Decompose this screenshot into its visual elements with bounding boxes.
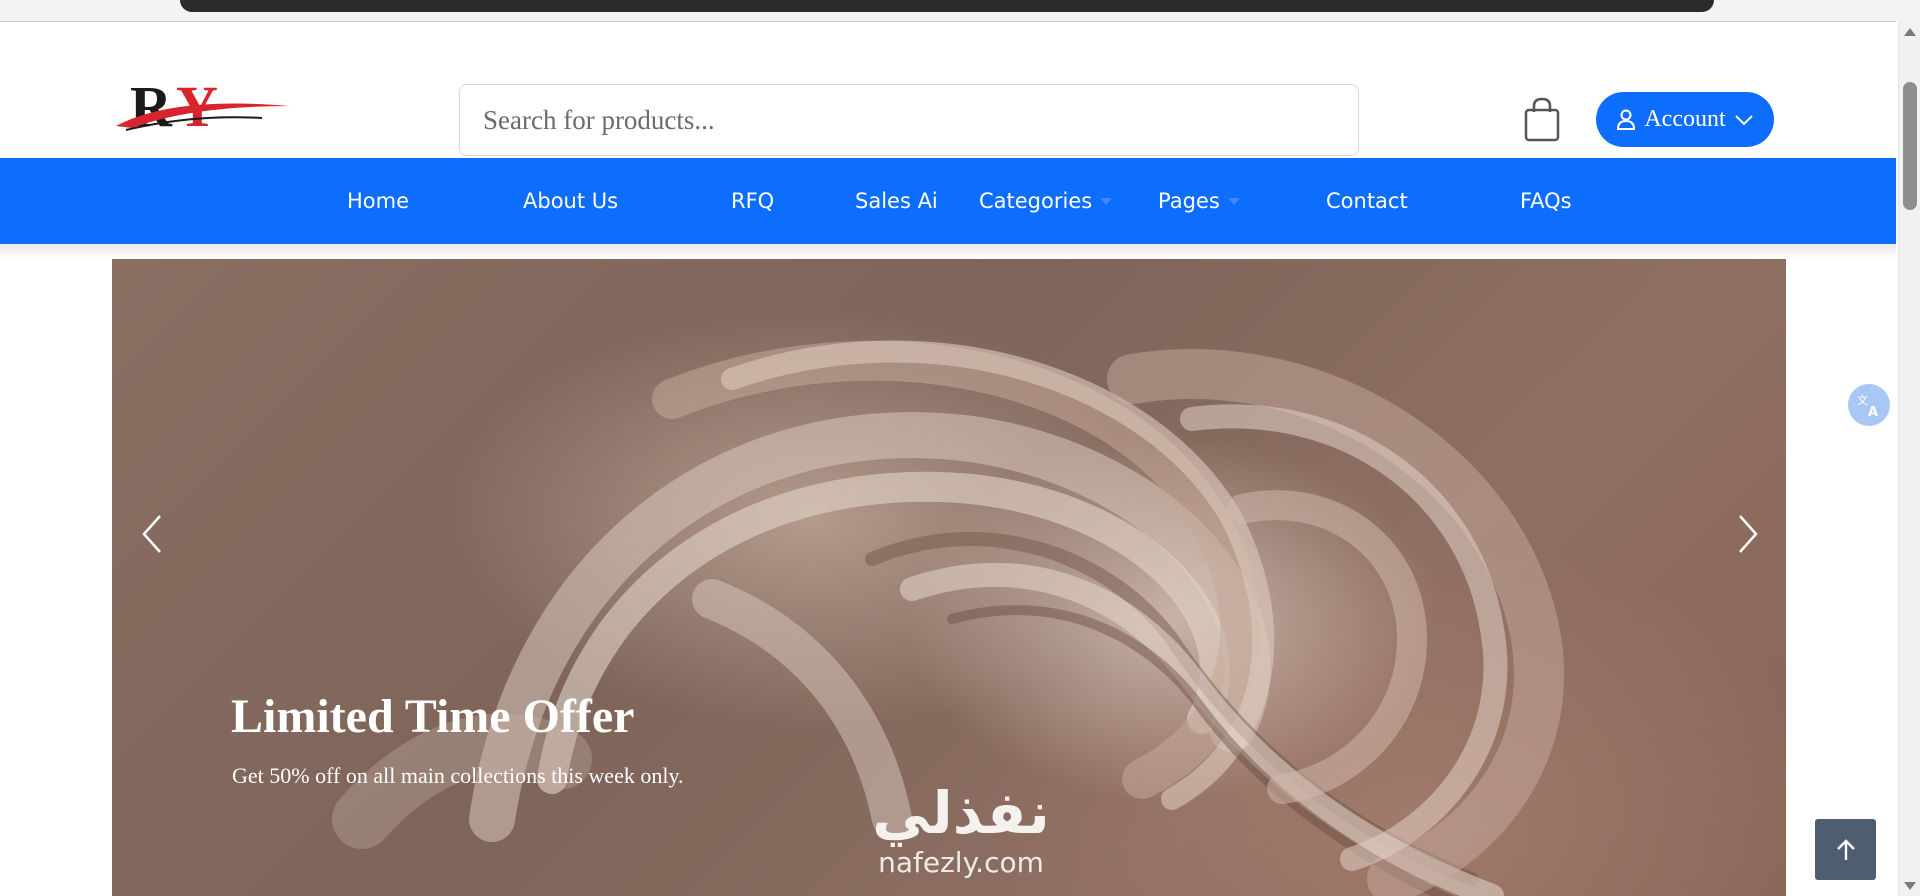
svg-text:文: 文	[1857, 393, 1868, 407]
user-icon	[1617, 109, 1636, 130]
search-input[interactable]	[483, 104, 1358, 136]
nav-item-label: Categories	[979, 189, 1093, 213]
nav-item-label: Sales Ai	[855, 189, 938, 213]
arrow-up-icon	[1836, 838, 1855, 860]
chevron-left-icon	[142, 515, 161, 553]
nav-item-faqs[interactable]: FAQs	[1520, 158, 1572, 244]
nav-item-home[interactable]: Home	[347, 158, 409, 244]
chevron-right-icon	[1739, 515, 1758, 553]
scroll-thumb[interactable]	[1903, 82, 1917, 210]
page-scrollbar[interactable]	[1898, 22, 1920, 896]
nav-item-rfq[interactable]: RFQ	[731, 158, 774, 244]
carousel-prev-button[interactable]	[132, 504, 172, 564]
watermark-latin: nafezly.com	[878, 846, 1044, 879]
watermark-arabic: نفذلي	[872, 779, 1050, 847]
back-to-top-button[interactable]	[1815, 819, 1876, 880]
carousel-next-button[interactable]	[1728, 504, 1768, 564]
nav-item-sales-ai[interactable]: Sales Ai	[855, 158, 938, 244]
nav-item-pages[interactable]: Pages	[1158, 158, 1240, 244]
caret-down-icon	[1227, 197, 1240, 205]
translate-icon[interactable]: 文 A	[1848, 384, 1890, 426]
site-logo[interactable]: R Y	[112, 66, 292, 146]
watermark: نفذلي nafezly.com	[846, 780, 1076, 896]
nav-item-categories[interactable]: Categories	[979, 158, 1113, 244]
shopping-bag-icon[interactable]	[1522, 96, 1562, 142]
account-label: Account	[1644, 106, 1726, 132]
browser-chrome	[0, 0, 1920, 22]
hero-subtitle: Get 50% off on all main collections this…	[232, 763, 684, 788]
svg-text:A: A	[1868, 405, 1878, 418]
nav-item-label: Pages	[1158, 189, 1220, 213]
site-header: R Y Account	[0, 22, 1896, 158]
nav-item-label: FAQs	[1520, 189, 1572, 213]
caret-down-icon	[1100, 197, 1113, 205]
hero-title: Limited Time Offer	[231, 690, 635, 743]
svg-text:R: R	[130, 74, 173, 139]
search-box	[459, 84, 1359, 156]
nav-item-label: About Us	[523, 189, 619, 213]
account-button[interactable]: Account	[1596, 92, 1774, 147]
scroll-up-arrow-icon[interactable]	[1904, 28, 1916, 36]
nav-item-label: RFQ	[731, 189, 775, 213]
nav-item-label: Home	[347, 189, 410, 213]
nav-shadow	[0, 244, 1896, 260]
scroll-down-arrow-icon[interactable]	[1904, 882, 1916, 890]
nav-item-label: Contact	[1326, 189, 1408, 213]
chevron-down-icon	[1734, 114, 1753, 125]
browser-address-bar	[180, 0, 1714, 12]
main-nav: Home About Us RFQ Sales Ai Categories Pa…	[0, 158, 1896, 244]
nav-item-about-us[interactable]: About Us	[523, 158, 618, 244]
nav-item-contact[interactable]: Contact	[1326, 158, 1408, 244]
